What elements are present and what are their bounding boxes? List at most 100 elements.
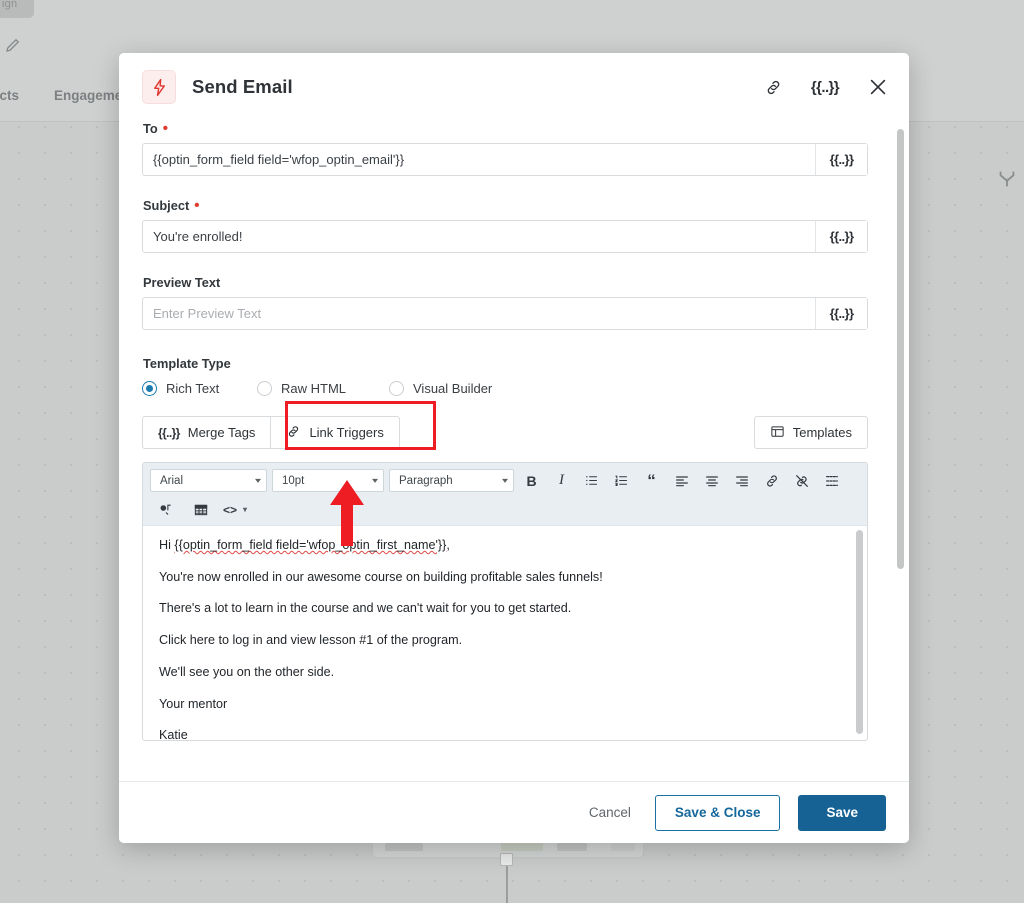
align-left-icon[interactable] — [669, 469, 694, 492]
save-and-close-button[interactable]: Save & Close — [654, 794, 781, 831]
required-marker: • — [162, 121, 168, 137]
to-input[interactable] — [143, 144, 815, 175]
source-code-label: <> — [223, 502, 238, 517]
merge-tags-icon: {{..}} — [158, 425, 180, 440]
template-type-radio-group: Rich Text Raw HTML Visual Builder — [142, 381, 886, 396]
merge-tags-button-label: Merge Tags — [187, 425, 256, 440]
to-field-row[interactable]: {{..}} — [142, 143, 868, 176]
radio-raw-html[interactable]: Raw HTML — [257, 381, 389, 396]
font-family-select[interactable]: Arial ▾ — [150, 469, 267, 492]
font-size-value: 10pt — [282, 474, 305, 487]
bullet-list-icon[interactable] — [579, 469, 604, 492]
paragraph-format-value: Paragraph — [399, 474, 453, 487]
editor-toolbar: Arial ▾ 10pt ▾ Paragraph ▾ B I “ <> ▾ — [143, 463, 867, 526]
link-triggers-button[interactable]: Link Triggers — [270, 416, 400, 449]
subject-merge-tag-button[interactable]: {{..}} — [815, 221, 867, 252]
editor-paragraph: Katie — [159, 728, 188, 740]
lightning-bolt-icon — [142, 70, 176, 104]
insert-table-icon[interactable] — [188, 498, 213, 521]
pencil-icon[interactable] — [4, 36, 22, 54]
font-size-select[interactable]: 10pt ▾ — [272, 469, 384, 492]
chevron-down-icon: ▾ — [371, 476, 379, 485]
to-label-text: To — [143, 121, 158, 136]
templates-icon — [770, 424, 785, 442]
subject-field-row[interactable]: {{..}} — [142, 220, 868, 253]
editor-scrollbar[interactable] — [856, 530, 863, 734]
node-chip — [611, 843, 635, 851]
radio-label: Visual Builder — [413, 381, 493, 396]
paragraph-suffix: , — [446, 538, 450, 552]
connector-line — [506, 866, 508, 903]
editor-content-area[interactable]: Hi {{optin_form_field field='wfop_optin_… — [143, 526, 867, 740]
close-icon[interactable] — [867, 76, 889, 98]
preview-text-merge-tag-button[interactable]: {{..}} — [815, 298, 867, 329]
editor-paragraph: Your mentor — [159, 696, 228, 711]
numbered-list-icon[interactable] — [609, 469, 634, 492]
modal-scrollbar[interactable] — [897, 129, 904, 569]
insert-link-icon[interactable] — [759, 469, 784, 492]
paragraph-prefix: Hi — [159, 538, 175, 552]
align-right-icon[interactable] — [729, 469, 754, 492]
editor-paragraph: You're now enrolled in our awesome cours… — [159, 569, 603, 584]
align-center-icon[interactable] — [699, 469, 724, 492]
to-merge-tag-button[interactable]: {{..}} — [815, 144, 867, 175]
unlink-icon[interactable] — [789, 469, 814, 492]
blockquote-icon[interactable]: “ — [639, 469, 664, 492]
merge-tags-button[interactable]: {{..}} Merge Tags — [142, 416, 271, 449]
required-marker: • — [194, 196, 200, 214]
send-email-modal: Send Email {{..}} To • {{optin_form_fiel… — [119, 53, 909, 843]
preview-text-input[interactable] — [143, 298, 815, 329]
template-type-label-text: Template Type — [143, 356, 231, 371]
chevron-down-icon: ▾ — [243, 505, 248, 514]
radio-label: Raw HTML — [281, 381, 347, 396]
radio-rich-text[interactable]: Rich Text — [142, 381, 257, 396]
chevron-down-icon: ▾ — [501, 476, 509, 485]
preview-text-label: Preview Text — [143, 275, 886, 290]
connector-handle[interactable] — [500, 853, 513, 866]
modal-header: Send Email {{..}} — [119, 53, 909, 121]
editor-paragraph: Hi {{optin_form_field field='wfop_optin_… — [159, 538, 851, 554]
link-icon[interactable] — [764, 78, 783, 97]
link-icon — [286, 424, 301, 442]
node-chip — [501, 842, 543, 851]
font-family-value: Arial — [160, 474, 184, 487]
topbar-pill-label: ign — [2, 0, 18, 10]
editor-tool-buttons: {{..}} Merge Tags Link Triggers Template… — [142, 401, 868, 450]
preview-text-label-text: Preview Text — [143, 275, 221, 290]
modal-footer: Cancel Save & Close Save — [119, 781, 909, 843]
templates-button-label: Templates — [792, 425, 852, 440]
subject-label: Subject • — [143, 196, 886, 214]
editor-toolbar-row-2: <> ▾ — [150, 498, 860, 521]
paragraph-format-select[interactable]: Paragraph ▾ — [389, 469, 514, 492]
editor-paragraph: There's a lot to learn in the course and… — [159, 601, 572, 616]
cancel-button[interactable]: Cancel — [583, 797, 637, 828]
to-label: To • — [143, 121, 886, 136]
modal-header-actions: {{..}} — [764, 76, 889, 98]
branch-split-icon[interactable] — [996, 168, 1018, 190]
templates-button[interactable]: Templates — [753, 416, 868, 449]
merge-tags-icon[interactable]: {{..}} — [811, 79, 840, 96]
editor-paragraph: We'll see you on the other side. — [159, 664, 335, 679]
tab-contacts[interactable]: acts — [0, 88, 19, 103]
radio-label: Rich Text — [166, 381, 220, 396]
radio-visual-builder[interactable]: Visual Builder — [389, 381, 492, 396]
editor-toolbar-row-1: Arial ▾ 10pt ▾ Paragraph ▾ B I “ — [150, 469, 860, 492]
chevron-down-icon: ▾ — [254, 476, 262, 485]
save-button[interactable]: Save — [798, 794, 886, 831]
editor-paragraph: Click here to log in and view lesson #1 … — [159, 633, 463, 648]
radio-indicator-selected — [142, 381, 157, 396]
radio-indicator — [389, 381, 404, 396]
template-type-label: Template Type — [143, 356, 886, 371]
node-chip — [557, 843, 587, 851]
modal-body: To • {{..}} Subject • {{..}} Preview Tex… — [119, 121, 909, 781]
preview-text-field-row[interactable]: {{..}} — [142, 297, 868, 330]
source-code-icon[interactable]: <> ▾ — [223, 498, 247, 521]
rich-text-editor: Arial ▾ 10pt ▾ Paragraph ▾ B I “ <> ▾ Hi… — [142, 462, 868, 741]
radio-indicator — [257, 381, 272, 396]
subject-input[interactable] — [143, 221, 815, 252]
bold-icon[interactable]: B — [519, 469, 544, 492]
horizontal-rule-icon[interactable] — [819, 469, 844, 492]
insert-media-icon[interactable] — [153, 498, 178, 521]
link-triggers-button-label: Link Triggers — [309, 425, 384, 440]
italic-icon[interactable]: I — [549, 469, 574, 492]
